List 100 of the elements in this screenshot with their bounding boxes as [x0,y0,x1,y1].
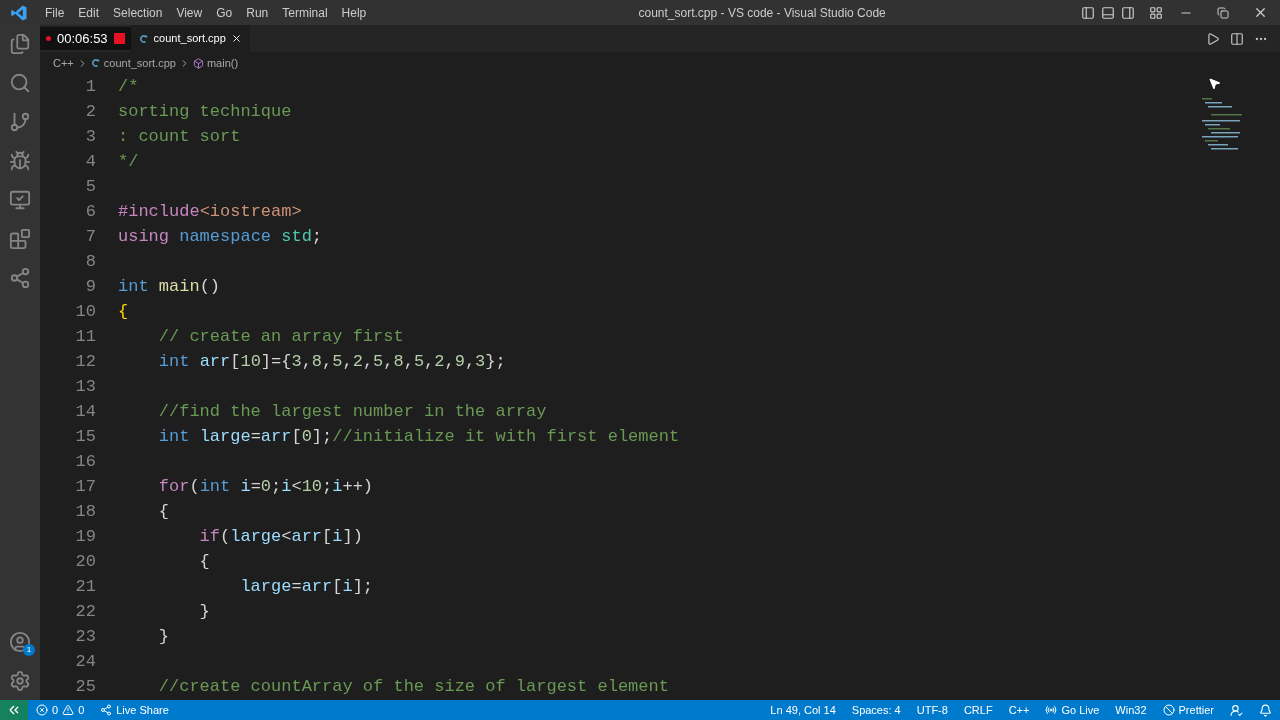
search-icon[interactable] [9,72,31,94]
code-line: //find the largest number in the array [157,401,547,423]
window-title: count_sort.cpp - VS code - Visual Studio Code [638,4,886,22]
code-line: : count sort [118,126,241,148]
mouse-cursor-icon [1208,77,1221,90]
code-line: large=arr[i]; [239,576,374,598]
menu-item[interactable]: Terminal [275,3,335,22]
code-line: } [198,601,210,623]
live-share-status[interactable]: Live Share [92,700,177,720]
cpp-file-icon [138,33,149,44]
error-icon [36,704,48,716]
accounts-icon[interactable] [9,631,31,653]
breadcrumb-item[interactable]: C++ [53,54,74,72]
run-debug-icon[interactable] [9,150,31,172]
menu-item[interactable]: File [38,3,72,22]
menu-item[interactable]: Go [209,3,240,22]
remote-button[interactable] [0,700,28,720]
prettier-status[interactable]: Prettier [1154,700,1222,720]
menu-item[interactable]: Selection [106,3,170,22]
line-ending-status[interactable]: CRLF [955,700,1001,720]
code-line: int large=arr[0];//initialize it with first element [157,426,680,448]
close-tab-icon[interactable] [230,33,242,44]
code-line: { [198,551,210,573]
encoding-status[interactable]: UTF-8 [908,700,956,720]
line-number: 24 [75,652,96,671]
platform-status[interactable]: Win32 [1107,700,1155,720]
code-line: using namespace std; [118,226,323,248]
code-line: */ [118,151,139,173]
line-number: 15 [75,427,96,446]
explorer-icon[interactable] [9,33,31,55]
code-line: { [118,301,129,323]
line-number: 5 [85,177,96,196]
split-editor-icon[interactable] [1230,31,1244,46]
stop-recording-icon[interactable] [113,33,125,44]
toggle-sidebar-icon[interactable] [1081,5,1095,20]
remote-explorer-icon[interactable] [9,189,31,211]
code-line: sorting technique [118,101,292,123]
language-mode[interactable]: C++ [1000,700,1038,720]
line-number: 10 [75,302,96,321]
line-number: 1 [85,77,96,96]
line-number: 22 [75,602,96,621]
code-line: } [157,626,169,648]
line-number: 23 [75,627,96,646]
line-number: 11 [75,327,96,346]
menu-item[interactable]: Help [334,3,374,22]
line-number: 21 [75,577,96,596]
menu-item[interactable]: Edit [71,3,107,22]
code-line: if(large<arr[i]) [198,526,363,548]
notifications-icon[interactable] [1259,703,1272,717]
line-number: 17 [75,477,96,496]
line-number: 18 [75,502,96,521]
broadcast-icon [1045,704,1058,716]
cpp-file-icon [90,58,101,68]
problems-status[interactable]: 0 0 [28,700,93,720]
menu-item[interactable]: Run [239,3,276,22]
method-icon [192,57,204,69]
line-number: 4 [85,152,96,171]
line-number: 19 [75,527,96,546]
line-number: 16 [75,452,96,471]
indentation-status[interactable]: Spaces: 4 [843,700,909,720]
toggle-secondary-sidebar-icon[interactable] [1121,5,1135,20]
line-number: 6 [85,202,96,221]
cursor-position[interactable]: Ln 49, Col 14 [762,700,844,720]
app-logo-icon [10,3,28,22]
code-line: int arr[10]={3,8,5,2,5,8,5,2,9,3}; [157,351,506,373]
line-number: 7 [85,227,96,246]
feedback-icon[interactable] [1230,703,1243,717]
toggle-panel-icon[interactable] [1101,5,1115,20]
line-number: 12 [75,352,96,371]
recording-timer: 00:06:53 [57,29,108,48]
restore-icon[interactable] [1217,6,1229,19]
notification-badge: 1 [23,644,35,656]
customize-layout-icon[interactable] [1149,5,1163,20]
line-number: 25 [75,677,96,696]
line-number: 20 [75,552,96,571]
remote-icon [8,704,20,716]
editor-tab[interactable]: count_sort.cpp [130,25,250,52]
menu-item[interactable]: View [169,3,210,22]
extensions-icon[interactable] [9,228,31,250]
breadcrumb-item[interactable]: main() [206,54,239,72]
go-live-button[interactable]: Go Live [1037,700,1108,720]
live-share-icon [100,704,113,716]
line-number: 2 [85,102,96,121]
line-number: 14 [75,402,96,421]
settings-icon[interactable] [9,670,31,692]
code-line: // create an array first [157,326,404,348]
live-share-icon[interactable] [9,267,31,289]
line-number: 13 [75,377,96,396]
code-line: int main() [118,276,221,298]
source-control-icon[interactable] [9,111,31,133]
line-number: 8 [85,252,96,271]
run-icon[interactable] [1206,31,1220,46]
warning-icon [62,704,75,716]
prohibited-icon [1162,704,1175,716]
code-line: #include<iostream> [118,201,302,223]
code-line: /* [118,76,139,98]
code-line: for(int i=0;i<10;i++) [157,476,374,498]
close-icon[interactable] [1253,5,1268,20]
code-line: //create countArray of the size of largest element [157,676,669,698]
breadcrumb-item[interactable]: count_sort.cpp [103,54,176,72]
